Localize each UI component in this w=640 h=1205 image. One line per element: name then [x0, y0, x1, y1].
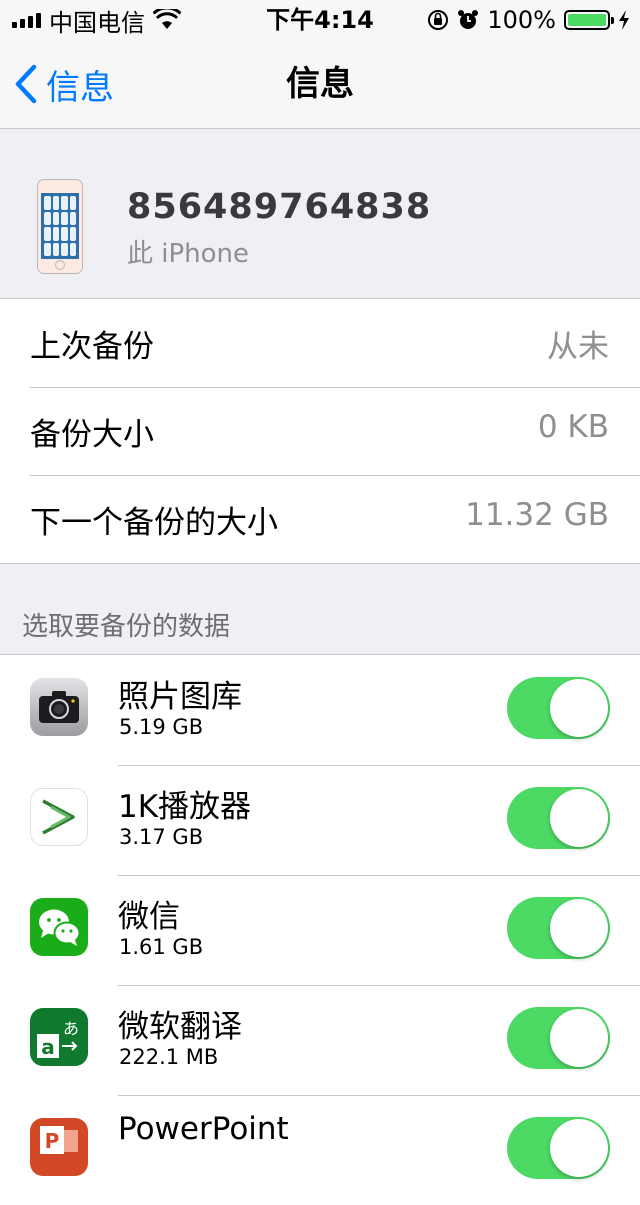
- info-row-label: 备份大小: [30, 417, 154, 453]
- status-bar: 中国电信 下午4:14 100%: [0, 0, 640, 40]
- battery-percent: 100%: [487, 6, 556, 34]
- backup-toggle-photos[interactable]: [507, 677, 610, 739]
- app-row-translator: a あ 微软翻译 222.1 MB: [0, 985, 640, 1095]
- app-name: PowerPoint: [118, 1111, 289, 1147]
- wechat-icon: [30, 898, 88, 956]
- app-row-1k-player: 1K播放器 3.17 GB: [0, 765, 640, 875]
- navigation-bar: 信息 信息: [0, 40, 640, 129]
- status-right: 100%: [427, 6, 630, 34]
- backup-toggle-translator[interactable]: [507, 1007, 610, 1069]
- app-size: 1.61 GB: [119, 935, 204, 959]
- app-row-powerpoint: P PowerPoint: [0, 1095, 640, 1205]
- app-name: 微软翻译: [118, 1009, 242, 1045]
- backup-info-list: 上次备份 从未 备份大小 0 KB 下一个备份的大小 11.32 GB: [0, 299, 640, 564]
- camera-icon: [30, 678, 88, 736]
- orientation-lock-icon: [428, 10, 449, 30]
- info-row-value: 11.32 GB: [465, 497, 609, 533]
- info-row-backup-size: 备份大小 0 KB: [0, 387, 640, 475]
- app-backup-list: 照片图库 5.19 GB 1K播放器 3.17 GB 微信 1.61 GB a …: [0, 654, 640, 1205]
- svg-text:a: a: [41, 1035, 55, 1059]
- info-row-value: 从未: [547, 329, 609, 365]
- iphone-icon: [37, 179, 83, 274]
- page-title: 信息: [286, 64, 354, 104]
- backup-toggle-1k-player[interactable]: [507, 787, 610, 849]
- app-name: 1K播放器: [118, 789, 252, 825]
- section-header: 选取要备份的数据: [22, 612, 231, 642]
- app-size: 222.1 MB: [119, 1045, 219, 1069]
- backup-toggle-powerpoint[interactable]: [507, 1117, 610, 1179]
- app-row-wechat: 微信 1.61 GB: [0, 875, 640, 985]
- battery-icon: [564, 10, 614, 30]
- translator-icon: a あ: [30, 1008, 88, 1066]
- device-name: 856489764838: [127, 187, 432, 227]
- info-row-next-backup-size: 下一个备份的大小 11.32 GB: [0, 475, 640, 563]
- app-row-photos: 照片图库 5.19 GB: [0, 655, 640, 765]
- charging-icon: [619, 10, 629, 30]
- alarm-icon: [458, 10, 479, 29]
- backup-toggle-wechat[interactable]: [507, 897, 610, 959]
- svg-text:P: P: [45, 1129, 60, 1153]
- info-row-value: 0 KB: [537, 409, 609, 445]
- app-name: 照片图库: [118, 679, 242, 715]
- device-header: 856489764838 此 iPhone: [0, 129, 640, 299]
- info-row-label: 上次备份: [30, 329, 154, 365]
- app-size: 5.19 GB: [119, 715, 204, 739]
- player-icon: [30, 788, 88, 846]
- info-row-last-backup: 上次备份 从未: [0, 299, 640, 387]
- powerpoint-icon: P: [30, 1118, 88, 1176]
- device-subtitle: 此 iPhone: [127, 239, 250, 269]
- app-size: 3.17 GB: [119, 825, 204, 849]
- app-name: 微信: [118, 899, 180, 935]
- svg-text:あ: あ: [63, 1019, 79, 1038]
- info-row-label: 下一个备份的大小: [30, 505, 278, 541]
